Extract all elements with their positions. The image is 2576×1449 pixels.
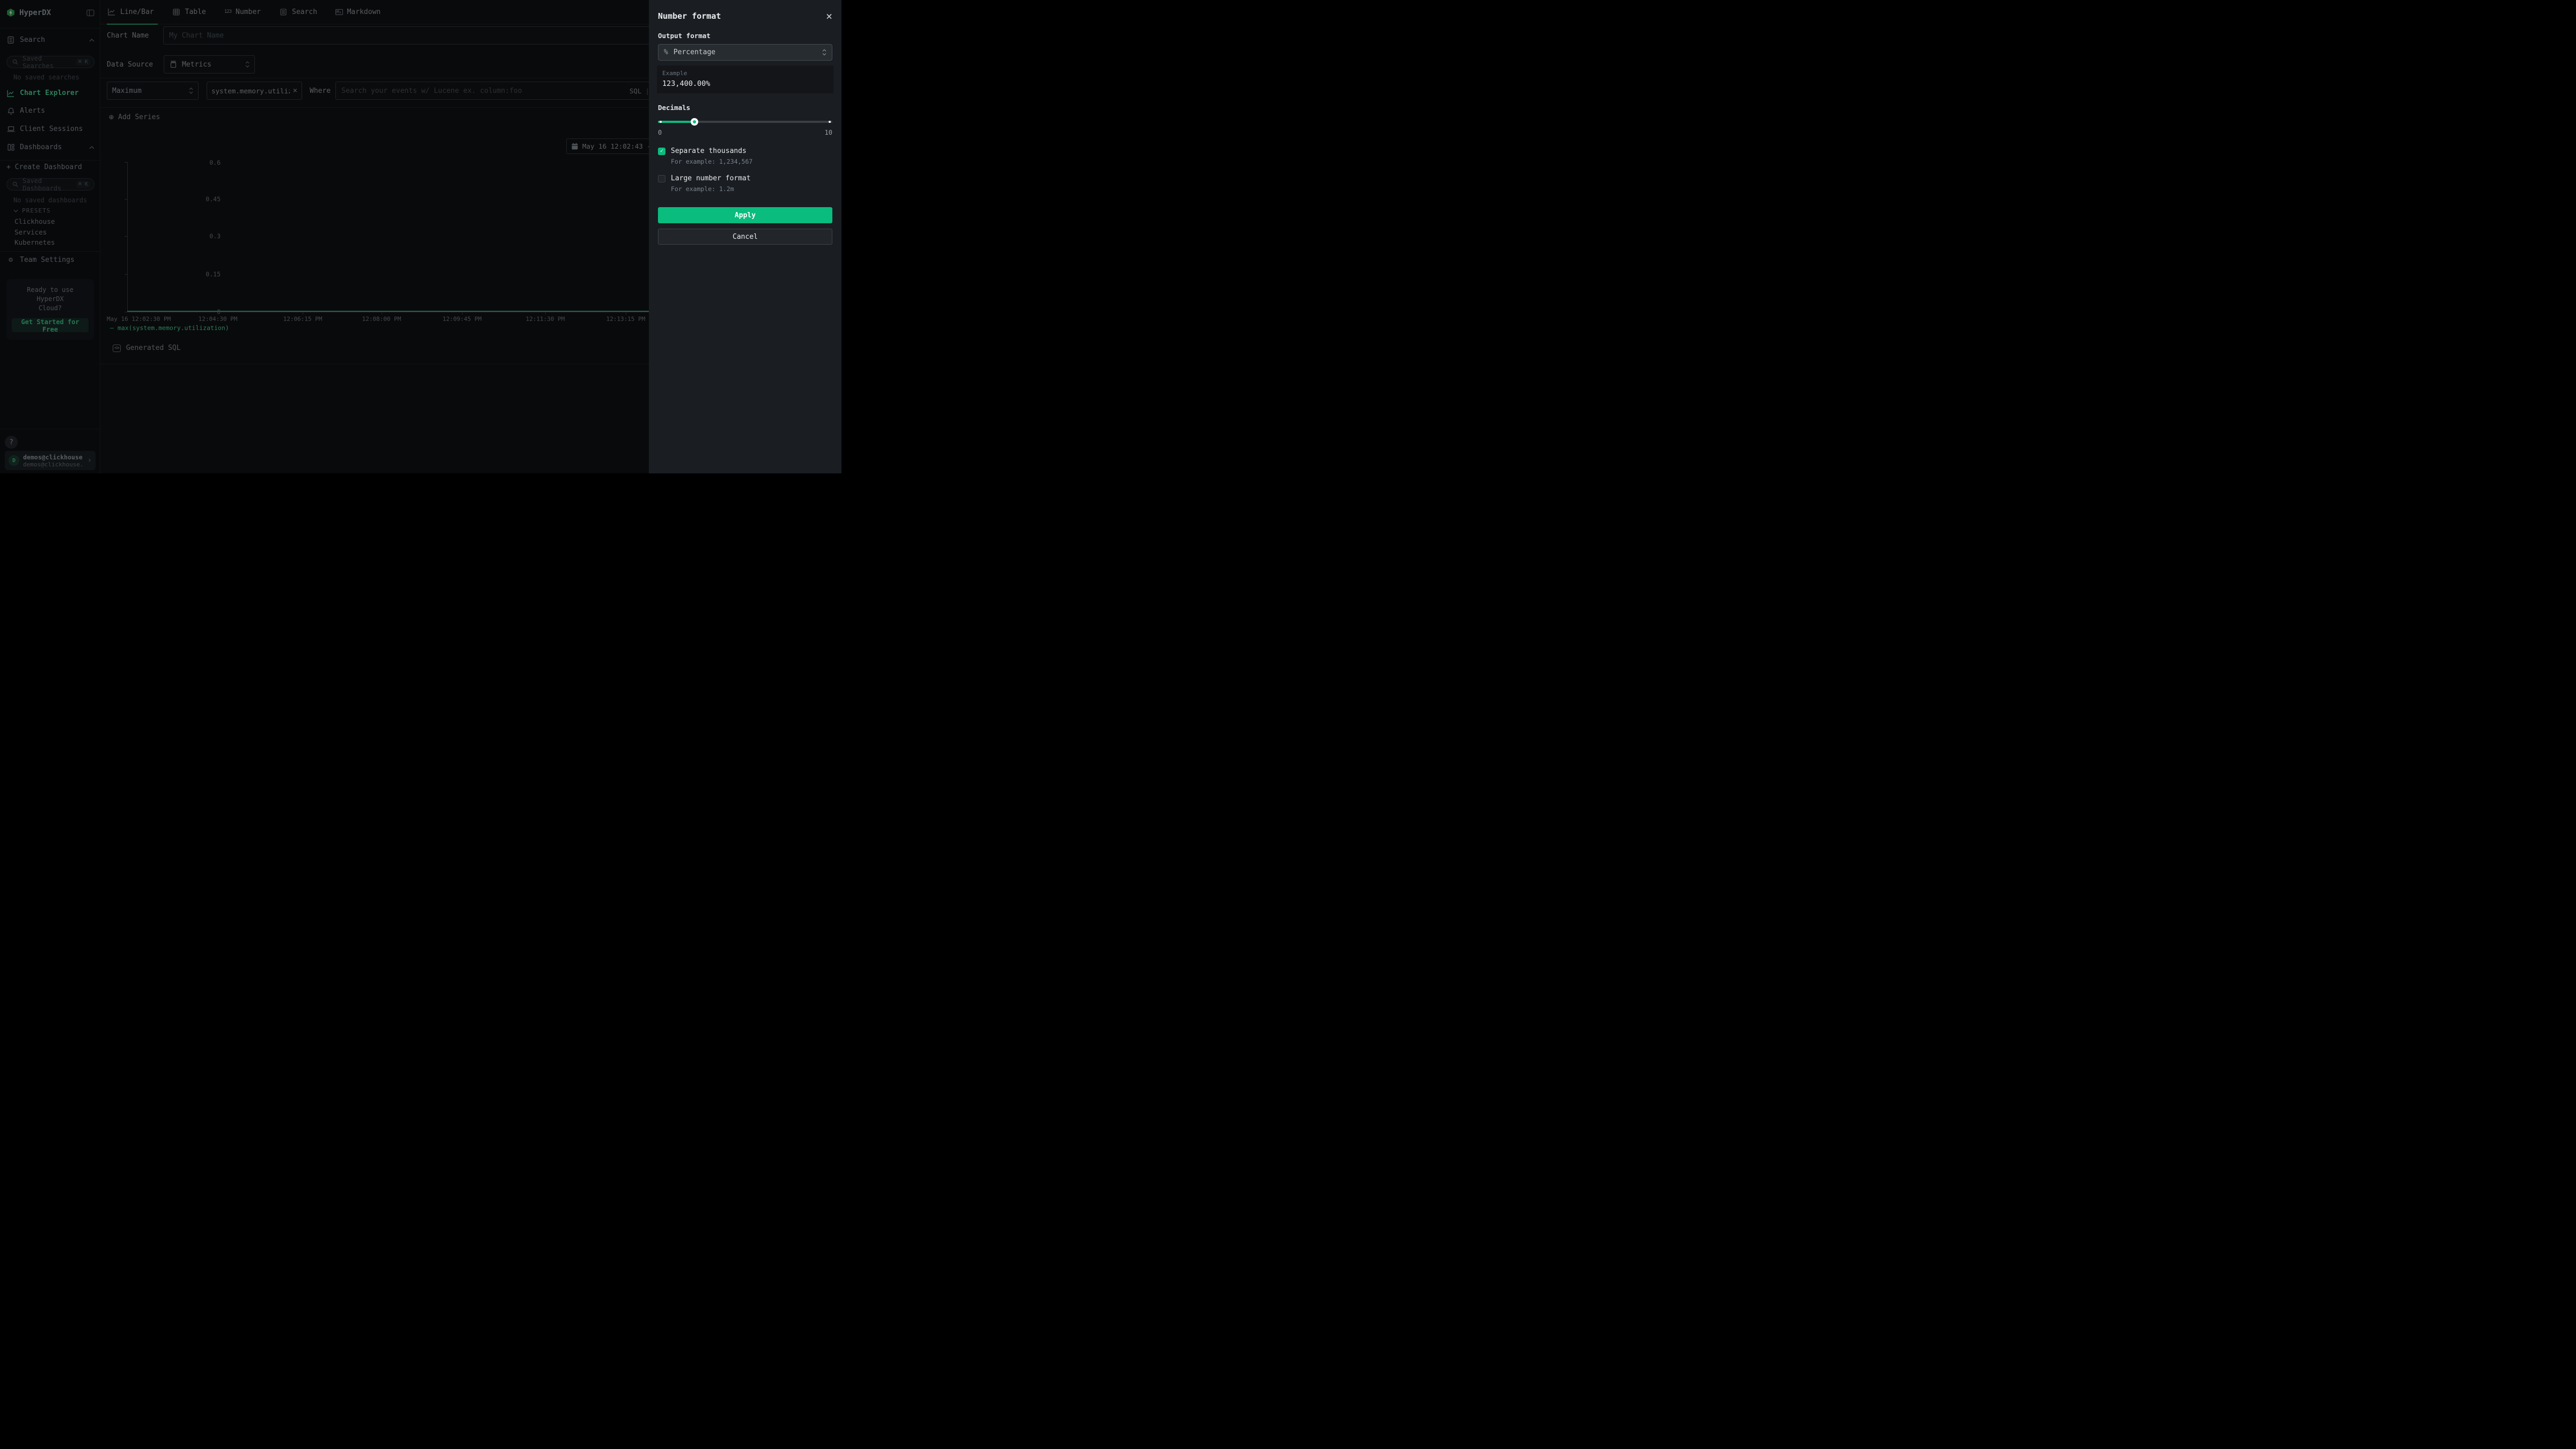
decimals-label: Decimals (658, 104, 832, 112)
separate-thousands-label: Separate thousands (671, 147, 747, 155)
select-chevrons-icon (822, 49, 826, 56)
checkbox-checked-icon[interactable]: ✓ (658, 148, 665, 155)
output-format-value: Percentage (674, 48, 817, 56)
separate-thousands-example: For example: 1,234,567 (671, 158, 832, 165)
close-icon[interactable]: × (826, 11, 832, 21)
panel-title: Number format (658, 11, 721, 21)
separate-thousands-checkbox[interactable]: ✓ Separate thousands (658, 147, 832, 155)
large-number-format-example: For example: 1.2m (671, 185, 832, 193)
example-value: 123,400.00% (662, 79, 828, 88)
slider-min: 0 (658, 129, 662, 136)
decimals-slider[interactable] (658, 118, 832, 126)
large-number-format-checkbox[interactable]: Large number format (658, 174, 832, 182)
number-format-panel: Number format × Output format % Percenta… (649, 0, 841, 473)
output-format-label: Output format (658, 32, 832, 40)
example-label: Example (662, 70, 828, 77)
slider-end-dot (829, 121, 831, 123)
hyperdx-app: HyperDX Search Saved Searches ⌘ K No sav… (0, 0, 841, 473)
modal-backdrop[interactable] (0, 0, 649, 473)
slider-start-dot (660, 121, 662, 123)
percent-icon: % (664, 48, 668, 56)
apply-button[interactable]: Apply (658, 207, 832, 223)
slider-fill (658, 121, 694, 123)
slider-thumb[interactable] (691, 118, 698, 126)
checkbox-unchecked-icon[interactable] (658, 175, 665, 182)
panel-header: Number format × (658, 11, 832, 21)
large-number-format-label: Large number format (671, 174, 751, 182)
slider-scale: 0 10 (658, 129, 832, 136)
slider-max: 10 (825, 129, 832, 136)
example-box: Example 123,400.00% (657, 65, 833, 93)
output-format-select[interactable]: % Percentage (658, 44, 832, 61)
cancel-button[interactable]: Cancel (658, 229, 832, 245)
